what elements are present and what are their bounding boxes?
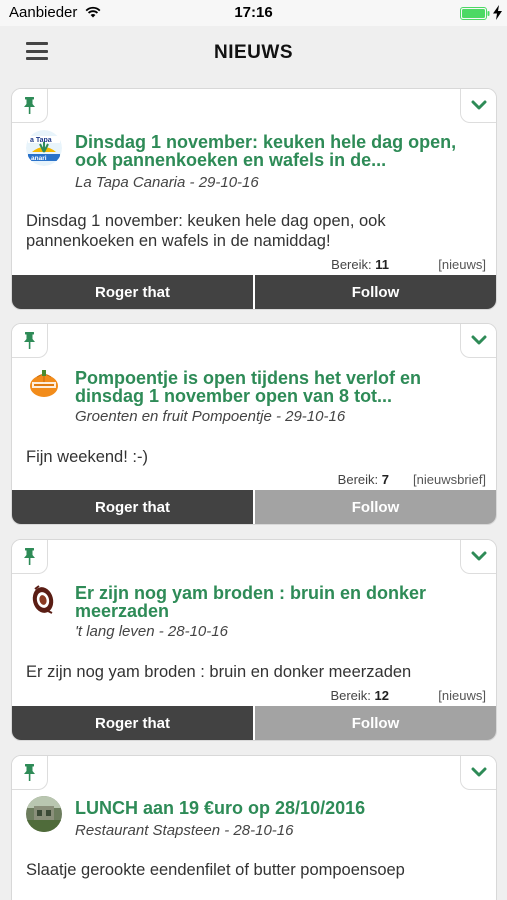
battery-icon xyxy=(460,7,490,20)
post-title[interactable]: Er zijn nog yam broden : bruin en donker… xyxy=(75,584,472,620)
reach-value: 12 xyxy=(374,688,389,703)
post-tag: [nieuws] xyxy=(438,257,486,272)
card-actions: Roger that Follow xyxy=(12,275,496,309)
news-card: Er zijn nog yam broden : bruin en donker… xyxy=(11,539,497,741)
post-title[interactable]: Dinsdag 1 november: keuken hele dag open… xyxy=(75,133,472,169)
page-title: NIEUWS xyxy=(214,42,293,63)
chevron-down-icon xyxy=(471,100,487,110)
roger-that-button[interactable]: Roger that xyxy=(12,706,253,740)
post-body: Fijn weekend! :-) xyxy=(26,448,148,466)
svg-text:a Tapa: a Tapa xyxy=(30,137,52,144)
post-meta: 't lang leven - 28-10-16 xyxy=(75,623,228,640)
pin-button[interactable] xyxy=(12,89,48,123)
reach-value: 11 xyxy=(375,257,389,272)
expand-button[interactable] xyxy=(460,324,496,358)
pin-button[interactable] xyxy=(12,324,48,358)
post-tag: [nieuws] xyxy=(438,688,486,703)
post-meta: La Tapa Canaria - 29-10-16 xyxy=(75,174,259,191)
reach-count: Bereik: 11 xyxy=(331,257,389,272)
pin-icon xyxy=(24,332,35,349)
reach-count: Bereik: 12 xyxy=(330,688,389,703)
status-bar: Aanbieder 17:16 xyxy=(0,0,507,26)
expand-button[interactable] xyxy=(460,89,496,123)
expand-button[interactable] xyxy=(460,540,496,574)
post-title[interactable]: Pompoentje is open tijdens het verlof en… xyxy=(75,369,472,405)
news-card: a Tapa anari Dinsdag 1 november: keuken … xyxy=(11,88,497,310)
news-card: LUNCH aan 19 €uro op 28/10/2016 Restaura… xyxy=(11,755,497,900)
charging-icon xyxy=(493,5,502,20)
expand-button[interactable] xyxy=(460,756,496,790)
pin-icon xyxy=(24,764,35,781)
news-card: Pompoentje is open tijdens het verlof en… xyxy=(11,323,497,525)
follow-button[interactable]: Follow xyxy=(255,706,496,740)
avatar xyxy=(26,366,62,402)
avatar: a Tapa anari xyxy=(26,130,62,166)
chevron-down-icon xyxy=(471,335,487,345)
card-actions: Roger that Follow xyxy=(12,490,496,524)
chevron-down-icon xyxy=(471,551,487,561)
reach-label: Bereik: xyxy=(331,257,372,272)
card-actions: Roger that Follow xyxy=(12,706,496,740)
post-meta: Groenten en fruit Pompoentje - 29-10-16 xyxy=(75,408,346,425)
clock: 17:16 xyxy=(234,4,273,21)
post-title[interactable]: LUNCH aan 19 €uro op 28/10/2016 xyxy=(75,799,472,817)
reach-count: Bereik: 7 xyxy=(338,472,389,487)
nav-bar: NIEUWS xyxy=(0,26,507,78)
post-body: Dinsdag 1 november: keuken hele dag open… xyxy=(26,212,386,250)
post-tag: [nieuwsbrief] xyxy=(413,472,486,487)
pin-icon xyxy=(24,97,35,114)
reach-label: Bereik: xyxy=(337,472,379,487)
post-meta: Restaurant Stapsteen - 28-10-16 xyxy=(75,822,294,839)
roger-that-button[interactable]: Roger that xyxy=(12,275,253,309)
chevron-down-icon xyxy=(471,767,487,777)
follow-button[interactable]: Follow xyxy=(255,490,496,524)
reach-value: 7 xyxy=(381,472,389,487)
post-body: Slaatje gerookte eendenfilet of butter p… xyxy=(26,861,405,879)
avatar xyxy=(26,581,62,617)
reach-label: Bereik: xyxy=(330,688,371,703)
follow-button[interactable]: Follow xyxy=(255,275,496,309)
post-body: Er zijn nog yam broden : bruin en donker… xyxy=(26,663,412,681)
svg-text:anari: anari xyxy=(31,155,47,162)
pin-icon xyxy=(24,548,35,565)
avatar xyxy=(26,796,62,832)
pin-button[interactable] xyxy=(12,540,48,574)
roger-that-button[interactable]: Roger that xyxy=(12,490,253,524)
pin-button[interactable] xyxy=(12,756,48,790)
